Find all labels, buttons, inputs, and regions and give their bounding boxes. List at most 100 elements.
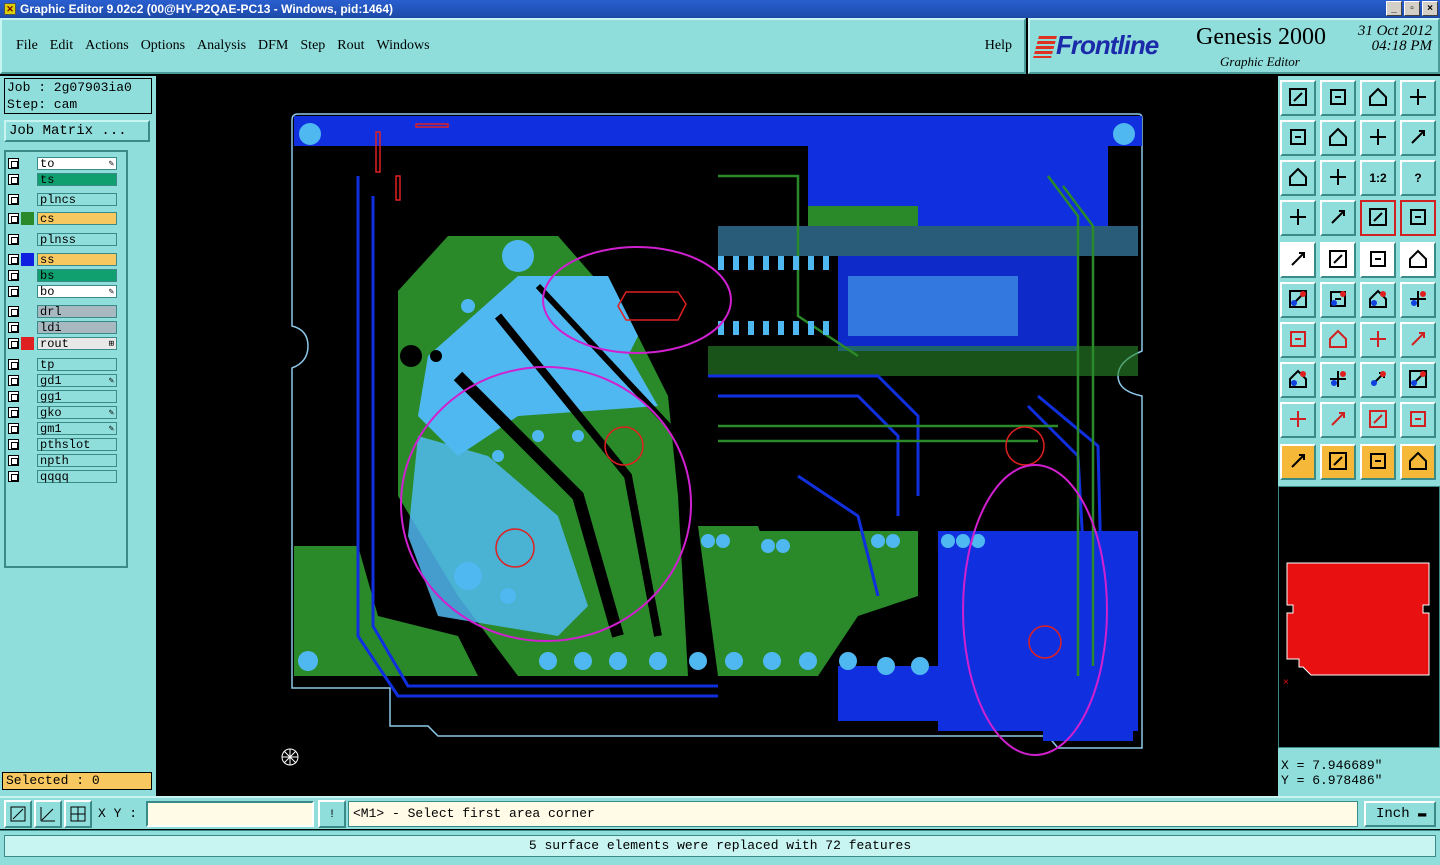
snap-button[interactable] bbox=[1400, 200, 1436, 236]
layer-row-qqqq[interactable]: qqqq bbox=[8, 469, 117, 483]
layer-checkbox[interactable] bbox=[8, 406, 19, 418]
xy-input[interactable] bbox=[146, 801, 314, 827]
layer-name[interactable]: gd1 ✎ bbox=[37, 373, 117, 387]
layer-color-swatch[interactable] bbox=[21, 374, 34, 387]
layer-checkbox[interactable] bbox=[8, 470, 19, 482]
cross-button[interactable] bbox=[1320, 282, 1356, 318]
layer-checkbox[interactable] bbox=[8, 358, 19, 370]
zoom-center-button[interactable] bbox=[1320, 160, 1356, 196]
layer-color-swatch[interactable] bbox=[21, 305, 34, 318]
layer-row-ss[interactable]: ss bbox=[8, 252, 117, 266]
layer-row-gko[interactable]: gko ✎ bbox=[8, 405, 117, 419]
layer-color-swatch[interactable] bbox=[21, 285, 34, 298]
layer-row-tp[interactable]: tp bbox=[8, 357, 117, 371]
maximize-button[interactable]: ▫ bbox=[1404, 1, 1420, 16]
board-minimap[interactable]: × bbox=[1278, 486, 1440, 748]
layer-name[interactable]: ts bbox=[37, 172, 117, 186]
layer-name[interactable]: ldi bbox=[37, 320, 117, 334]
pointer-button[interactable] bbox=[1280, 444, 1316, 480]
pcb-board-view[interactable] bbox=[158, 76, 1276, 796]
undo-button[interactable] bbox=[1360, 120, 1396, 156]
layer-color-swatch[interactable] bbox=[21, 211, 34, 225]
layer-color-swatch[interactable] bbox=[21, 269, 34, 282]
layer-name[interactable]: drl bbox=[37, 304, 117, 318]
layer-checkbox[interactable] bbox=[8, 305, 19, 317]
layer-color-swatch[interactable] bbox=[21, 422, 34, 435]
layer-row-rout[interactable]: rout ⊞ bbox=[8, 336, 117, 350]
job-matrix-button[interactable]: Job Matrix ... bbox=[4, 120, 150, 142]
tri3-button[interactable] bbox=[1360, 402, 1396, 438]
probe-button[interactable] bbox=[1320, 200, 1356, 236]
layer-row-gg1[interactable]: gg1 bbox=[8, 389, 117, 403]
layer-color-swatch[interactable] bbox=[21, 406, 34, 419]
layer-color-swatch[interactable] bbox=[21, 173, 34, 186]
angle-button[interactable] bbox=[1280, 322, 1316, 358]
dot-button[interactable] bbox=[1400, 242, 1436, 278]
layer-name[interactable]: bo ✎ bbox=[37, 284, 117, 298]
layer-row-bo[interactable]: bo ✎ bbox=[8, 284, 117, 298]
layer-name[interactable]: ss bbox=[37, 252, 117, 266]
move-right-button[interactable] bbox=[1320, 120, 1356, 156]
layer-checkbox[interactable] bbox=[8, 321, 19, 333]
graphic-canvas[interactable] bbox=[158, 76, 1276, 796]
menu-windows[interactable]: Windows bbox=[377, 38, 430, 54]
snap-button[interactable] bbox=[34, 800, 62, 828]
fit-button[interactable] bbox=[1280, 160, 1316, 196]
layer-checkbox[interactable] bbox=[8, 269, 19, 281]
ruler-button[interactable] bbox=[1360, 242, 1396, 278]
layer-color-swatch[interactable] bbox=[21, 336, 34, 350]
menu-analysis[interactable]: Analysis bbox=[197, 38, 246, 54]
layer-color-swatch[interactable] bbox=[21, 390, 34, 403]
tri1-button[interactable] bbox=[1280, 402, 1316, 438]
layer-name[interactable]: plncs bbox=[37, 192, 117, 206]
offset-button[interactable] bbox=[1360, 362, 1396, 398]
pointer-select-button[interactable] bbox=[1360, 444, 1396, 480]
layer-row-drl[interactable]: drl bbox=[8, 304, 117, 318]
layer-row-ldi[interactable]: ldi bbox=[8, 320, 117, 334]
diagonal-button[interactable] bbox=[1320, 322, 1356, 358]
arrow-out-button[interactable] bbox=[1280, 242, 1316, 278]
layer-row-cs[interactable]: cs bbox=[8, 211, 117, 225]
triangle-button[interactable] bbox=[1320, 242, 1356, 278]
layer-checkbox[interactable] bbox=[8, 253, 19, 265]
layer-name[interactable]: rout ⊞ bbox=[37, 336, 117, 350]
tri2-button[interactable] bbox=[1320, 402, 1356, 438]
layer-name[interactable]: tp bbox=[37, 357, 117, 371]
vertex-button[interactable] bbox=[1280, 362, 1316, 398]
layer-row-to[interactable]: to ✎ bbox=[8, 156, 117, 170]
measure-button[interactable] bbox=[1360, 200, 1396, 236]
close-button[interactable]: × bbox=[1422, 1, 1438, 16]
layer-name[interactable]: plnss bbox=[37, 232, 117, 246]
menu-actions[interactable]: Actions bbox=[85, 38, 129, 54]
layer-row-ts[interactable]: ts bbox=[8, 172, 117, 186]
layer-row-gd1[interactable]: gd1 ✎ bbox=[8, 373, 117, 387]
menu-help[interactable]: Help bbox=[985, 38, 1012, 54]
home-top-button[interactable] bbox=[1280, 80, 1316, 116]
layer-checkbox[interactable] bbox=[8, 454, 19, 466]
menu-file[interactable]: File bbox=[16, 38, 38, 54]
move-left-button[interactable] bbox=[1280, 120, 1316, 156]
layer-color-swatch[interactable] bbox=[21, 470, 34, 483]
menu-step[interactable]: Step bbox=[300, 38, 325, 54]
layer-checkbox[interactable] bbox=[8, 337, 19, 349]
layer-color-swatch[interactable] bbox=[21, 252, 34, 266]
units-dropdown[interactable]: Inch ▬ bbox=[1364, 801, 1436, 827]
circles-button[interactable] bbox=[1400, 362, 1436, 398]
zoom-half-button[interactable]: 1:2 bbox=[1360, 160, 1396, 196]
split-view-button[interactable] bbox=[1400, 80, 1436, 116]
house-button[interactable] bbox=[1360, 80, 1396, 116]
alert-button[interactable]: ! bbox=[318, 800, 346, 828]
layer-color-swatch[interactable] bbox=[21, 358, 34, 371]
layer-color-swatch[interactable] bbox=[21, 321, 34, 334]
layer-color-swatch[interactable] bbox=[21, 233, 34, 246]
help-button[interactable]: ? bbox=[1400, 160, 1436, 196]
layer-name[interactable]: npth bbox=[37, 453, 117, 467]
menu-options[interactable]: Options bbox=[141, 38, 185, 54]
pointer-box-button[interactable] bbox=[1320, 444, 1356, 480]
route-button[interactable] bbox=[1400, 444, 1436, 480]
line2-button[interactable] bbox=[1400, 282, 1436, 318]
layer-name[interactable]: gko ✎ bbox=[37, 405, 117, 419]
tri4-button[interactable] bbox=[1400, 402, 1436, 438]
zoom-area-button[interactable] bbox=[4, 800, 32, 828]
layer-checkbox[interactable] bbox=[8, 233, 19, 245]
